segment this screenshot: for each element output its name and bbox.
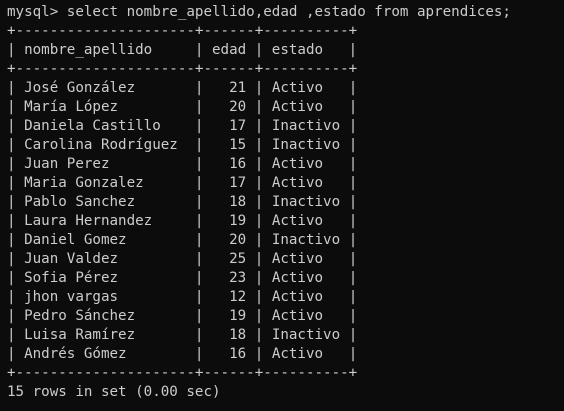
cell-edad: 20	[212, 232, 247, 248]
cell-estado: Activo	[271, 346, 341, 362]
cell-estado: Activo	[271, 99, 341, 115]
cell-nombre-apellido: Juan Valdez	[24, 251, 187, 267]
table-row: | María López | 20 | Activo |	[7, 99, 358, 115]
cell-estado: Inactivo	[271, 118, 341, 134]
cell-estado: Activo	[271, 156, 341, 172]
terminal-window[interactable]: mysql> select nombre_apellido,edad ,esta…	[0, 0, 564, 411]
command-line: mysql> select nombre_apellido,edad ,esta…	[7, 3, 564, 22]
cell-edad: 19	[212, 308, 247, 324]
cell-nombre-apellido: Daniel Gomez	[24, 232, 187, 248]
cell-nombre-apellido: José González	[24, 80, 187, 96]
table-row: | jhon vargas | 12 | Activo |	[7, 289, 358, 305]
cell-estado: Activo	[271, 213, 341, 229]
cell-estado: Activo	[271, 308, 341, 324]
cell-edad: 16	[212, 346, 247, 362]
table-row: | Laura Hernandez | 19 | Activo |	[7, 213, 358, 229]
cell-nombre-apellido: Laura Hernandez	[24, 213, 187, 229]
cell-estado: Inactivo	[271, 137, 341, 153]
cell-edad: 20	[212, 99, 247, 115]
cell-nombre-apellido: Luisa Ramírez	[24, 327, 187, 343]
table-row: | Pedro Sánchez | 19 | Activo |	[7, 308, 358, 324]
cell-edad: 12	[212, 289, 247, 305]
sql-command: select nombre_apellido,edad ,estado from…	[66, 4, 511, 20]
cell-nombre-apellido: Juan Perez	[24, 156, 187, 172]
cell-edad: 18	[212, 194, 247, 210]
table-row: | Sofia Pérez | 23 | Activo |	[7, 270, 358, 286]
cell-nombre-apellido: Maria Gonzalez	[24, 175, 187, 191]
table-row: | Maria Gonzalez | 17 | Activo |	[7, 175, 358, 191]
cell-estado: Activo	[271, 251, 341, 267]
table-row: | José González | 21 | Activo |	[7, 80, 358, 96]
table-row: | Andrés Gómez | 16 | Activo |	[7, 346, 358, 362]
cell-edad: 17	[212, 118, 247, 134]
cell-nombre-apellido: Daniela Castillo	[24, 118, 187, 134]
cell-nombre-apellido: Andrés Gómez	[24, 346, 187, 362]
table-border-bottom: +---------------------+------+----------…	[7, 365, 358, 381]
cell-edad: 15	[212, 137, 247, 153]
table-border-top: +---------------------+------+----------…	[7, 23, 358, 39]
cell-nombre-apellido: Carolina Rodríguez	[24, 137, 187, 153]
cell-estado: Inactivo	[271, 327, 341, 343]
cell-nombre-apellido: Pablo Sanchez	[24, 194, 187, 210]
cell-nombre-apellido: Pedro Sánchez	[24, 308, 187, 324]
cell-estado: Inactivo	[271, 194, 341, 210]
cell-edad: 25	[212, 251, 247, 267]
cell-nombre-apellido: María López	[24, 99, 187, 115]
table-row: | Daniela Castillo | 17 | Inactivo |	[7, 118, 358, 134]
cell-estado: Activo	[271, 80, 341, 96]
cell-edad: 19	[212, 213, 247, 229]
cell-estado: Activo	[271, 175, 341, 191]
table-row: | Juan Perez | 16 | Activo |	[7, 156, 358, 172]
result-summary: 15 rows in set (0.00 sec)	[7, 384, 221, 400]
table-header: | nombre_apellido | edad | estado |	[7, 42, 358, 58]
cell-estado: Activo	[271, 270, 341, 286]
table-row: | Carolina Rodríguez | 15 | Inactivo |	[7, 137, 358, 153]
cell-edad: 23	[212, 270, 247, 286]
cell-nombre-apellido: Sofia Pérez	[24, 270, 187, 286]
mysql-prompt: mysql>	[7, 4, 67, 20]
table-body: | José González | 21 | Activo | | María L…	[7, 79, 564, 364]
table-row: | Pablo Sanchez | 18 | Inactivo |	[7, 194, 358, 210]
cell-edad: 18	[212, 327, 247, 343]
cell-estado: Inactivo	[271, 232, 341, 248]
table-row: | Daniel Gomez | 20 | Inactivo |	[7, 232, 358, 248]
cell-edad: 17	[212, 175, 247, 191]
table-border-header: +---------------------+------+----------…	[7, 61, 358, 77]
cell-edad: 21	[212, 80, 247, 96]
cell-edad: 16	[212, 156, 247, 172]
table-row: | Juan Valdez | 25 | Activo |	[7, 251, 358, 267]
cell-nombre-apellido: jhon vargas	[24, 289, 187, 305]
table-row: | Luisa Ramírez | 18 | Inactivo |	[7, 327, 358, 343]
cell-estado: Activo	[271, 289, 341, 305]
